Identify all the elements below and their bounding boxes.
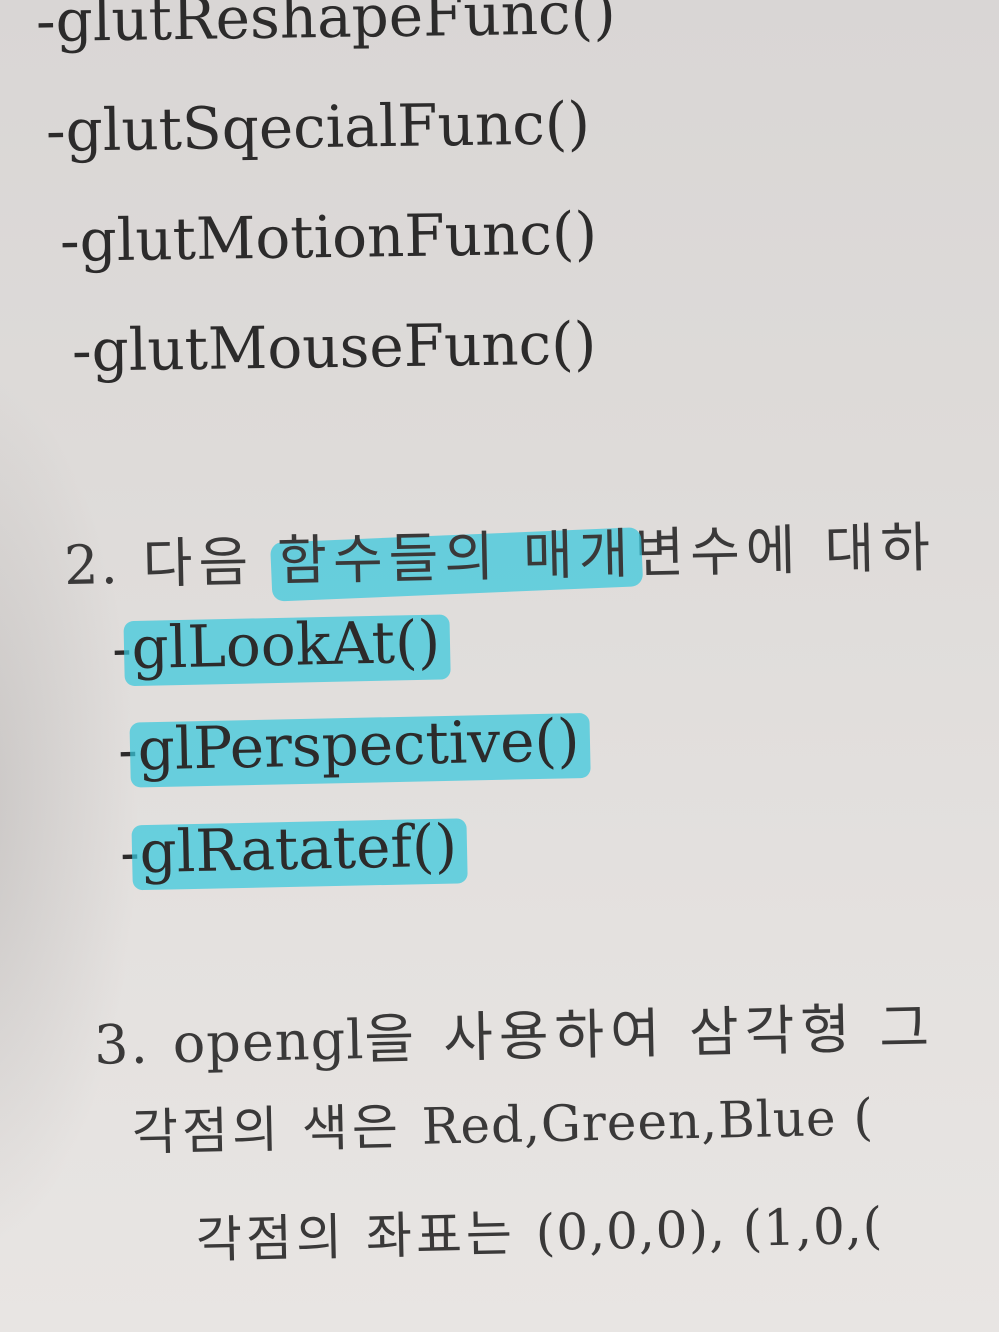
page-shadow	[0, 360, 140, 1260]
highlighted-func-glRatatef: glRatatef()	[138, 811, 458, 887]
question-2-text-post: 변수에 대하	[633, 515, 937, 586]
question-3-number: 3.	[93, 1012, 151, 1077]
coordinates-values: (0,0,0), (1,0,(	[535, 1196, 884, 1263]
coordinates-label: 각점의 좌표는	[195, 1204, 537, 1270]
question-3-opengl: opengl	[172, 1008, 366, 1076]
colors-label: 각점의 색은	[131, 1097, 423, 1162]
gl-item-glLookAt: -glLookAt()	[111, 608, 441, 683]
question-2-heading: 2. 다음 함수들의 매개변수에 대하	[63, 516, 936, 597]
question-2-text-pre: 다음	[142, 529, 278, 596]
question-2-number: 2.	[63, 532, 121, 598]
func-item-glutMouseFunc: -glutMouseFunc()	[71, 309, 597, 385]
colors-values: Red,Green,Blue (	[421, 1088, 875, 1156]
question-3-heading: 3. opengl을 사용하여 삼각형 그	[93, 996, 935, 1077]
highlighted-func-glLookAt: glLookAt()	[130, 607, 441, 683]
func-item-glutReshapeFunc: -glutReshapeFunc()	[35, 0, 617, 56]
gl-item-glRatatef: -glRatatef()	[119, 811, 457, 886]
question-3-line-colors: 각점의 색은 Red,Green,Blue (	[131, 1088, 874, 1162]
question-3-text: 을 사용하여 삼각형 그	[363, 996, 936, 1072]
question-2-highlighted-text: 함수들의 매개	[276, 522, 636, 593]
document-page: -glutReshapeFunc() -glutSqecialFunc() -g…	[0, 0, 999, 1332]
highlighted-func-glPerspective: glPerspective()	[136, 706, 581, 784]
gl-item-glPerspective: -glPerspective()	[117, 706, 580, 784]
question-3-line-coordinates: 각점의 좌표는 (0,0,0), (1,0,(	[195, 1197, 883, 1269]
func-item-glutSqecialFunc: -glutSqecialFunc()	[45, 89, 591, 165]
func-item-glutMotionFunc: -glutMotionFunc()	[59, 199, 598, 275]
